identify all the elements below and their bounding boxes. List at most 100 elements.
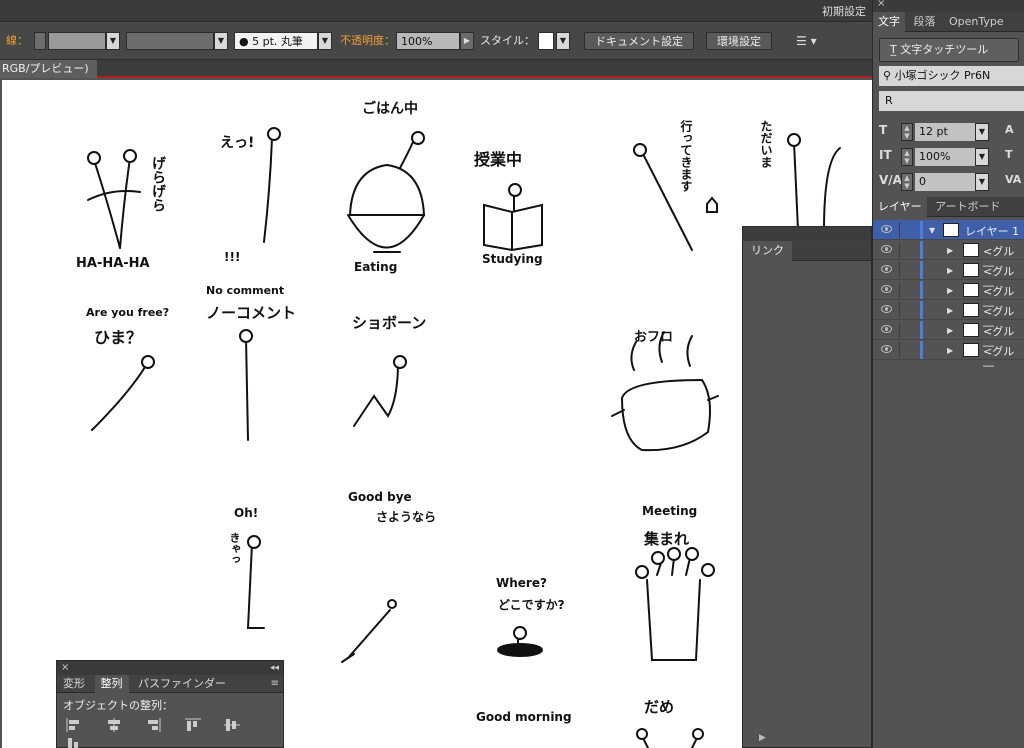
tab-opentype[interactable]: OpenType	[944, 12, 1009, 32]
layer-thumbnail	[963, 323, 979, 337]
workspace-switcher[interactable]: 初期設定	[822, 3, 866, 19]
lock-toggle[interactable]	[899, 242, 917, 258]
tab-pathfinder[interactable]: パスファインダー	[132, 675, 232, 693]
brush-dropdown[interactable]: ▼	[318, 32, 332, 50]
expand-triangle-icon[interactable]: ▶	[947, 326, 953, 335]
layer-row[interactable]: ▶ <グル―	[873, 300, 1024, 332]
visibility-eye-icon[interactable]	[881, 225, 892, 233]
links-panel: リンク ▶	[742, 226, 872, 748]
expand-triangle-icon[interactable]: ▼	[929, 226, 935, 235]
tab-layers[interactable]: レイヤー	[873, 197, 927, 217]
vertical-scale-dropdown[interactable]: ▼	[975, 148, 989, 166]
close-icon[interactable]: ×	[61, 661, 69, 675]
layer-thumbnail	[963, 243, 979, 257]
brush-definition[interactable]: ● 5 pt. 丸筆	[234, 32, 318, 50]
lock-toggle[interactable]	[899, 222, 917, 238]
lock-toggle[interactable]	[899, 262, 917, 278]
right-panel-dock: × 文字 段落 OpenType T̲ 文字タッチツール ⚲ 小塚ゴシック Pr…	[872, 0, 1024, 748]
align-bottom-icon[interactable]	[65, 736, 83, 748]
layer-row[interactable]: ▶ <グル―	[873, 260, 1024, 292]
search-icon: ⚲	[883, 69, 892, 82]
layer-row[interactable]: ▶ <グル―	[873, 280, 1024, 312]
tracking-dropdown[interactable]: ▼	[975, 173, 989, 191]
font-family-field[interactable]: ⚲ 小塚ゴシック Pr6N	[879, 66, 1024, 86]
visibility-eye-icon[interactable]	[881, 325, 892, 333]
artwork-text: えっ!	[220, 135, 255, 151]
tab-align[interactable]: 整列	[94, 675, 129, 693]
layer-thumbnail	[963, 263, 979, 277]
tab-links[interactable]: リンク	[743, 241, 792, 261]
preferences-button[interactable]: 環境設定	[706, 32, 772, 50]
visibility-eye-icon[interactable]	[881, 265, 892, 273]
panel-menu-icon[interactable]: ☰ ▾	[796, 32, 817, 50]
layer-name[interactable]: レイヤー 1	[965, 223, 1019, 239]
lock-toggle[interactable]	[899, 302, 917, 318]
lock-toggle[interactable]	[899, 342, 917, 358]
links-panel-header[interactable]	[743, 227, 871, 241]
visibility-eye-icon[interactable]	[881, 305, 892, 313]
tracking-stepper[interactable]: ▲ ▼	[901, 173, 913, 191]
tab-transform[interactable]: 変形	[57, 675, 91, 693]
artwork-text: だめ	[644, 698, 675, 716]
lock-toggle[interactable]	[899, 282, 917, 298]
tab-align-label: 整列	[100, 677, 123, 690]
stroke-weight-dropdown[interactable]: ▼	[106, 32, 120, 50]
style-dropdown[interactable]: ▼	[556, 32, 570, 50]
opacity-field[interactable]: 100%	[396, 32, 460, 50]
opacity-label[interactable]: 不透明度：	[340, 32, 395, 50]
expand-triangle-icon[interactable]: ▶	[947, 266, 953, 275]
touch-type-label: 文字タッチツール	[900, 43, 989, 56]
stroke-weight-stepper[interactable]	[34, 32, 46, 50]
artwork-text: 行ってきます	[679, 120, 693, 192]
font-size-dropdown[interactable]: ▼	[975, 123, 989, 141]
layer-row[interactable]: ▶ <グル―	[873, 240, 1024, 272]
layer-row[interactable]: ▶ <グル―	[873, 340, 1024, 372]
collapse-icon[interactable]: ◂◂	[270, 661, 279, 675]
vertical-scale-stepper[interactable]: ▲ ▼	[901, 148, 913, 166]
layer-row[interactable]: ▼ レイヤー 1	[873, 220, 1024, 240]
document-tab[interactable]: RGB/プレビュー)	[0, 60, 97, 78]
artwork-text: げらげら	[150, 156, 166, 212]
align-right-icon[interactable]	[144, 717, 162, 733]
align-panel-header[interactable]: × ◂◂	[57, 661, 283, 675]
visibility-eye-icon[interactable]	[881, 245, 892, 253]
tracking-field[interactable]: 0	[915, 173, 975, 191]
character-panel-header[interactable]: ×	[873, 0, 1024, 12]
tab-character-label: 文字	[878, 15, 900, 28]
align-vertical-center-icon[interactable]	[223, 717, 241, 733]
close-icon[interactable]: ×	[877, 0, 885, 9]
stroke-weight-field[interactable]	[48, 32, 106, 50]
artwork-text: ごはん中	[362, 101, 418, 117]
align-top-icon[interactable]	[184, 717, 202, 733]
tab-character[interactable]: 文字	[873, 12, 905, 32]
profile-dropdown[interactable]: ▼	[214, 32, 228, 50]
style-swatch[interactable]	[538, 32, 554, 50]
layer-row[interactable]: ▶ <グル―	[873, 320, 1024, 352]
artwork-text: さようなら	[376, 510, 437, 524]
layer-name[interactable]: <グル―	[983, 343, 1024, 372]
font-size-stepper[interactable]: ▲ ▼	[901, 123, 913, 141]
play-arrow-icon[interactable]: ▶	[759, 733, 766, 743]
font-style-field[interactable]: R	[879, 91, 1024, 111]
visibility-eye-icon[interactable]	[881, 345, 892, 353]
brush-dot-icon: ●	[239, 35, 249, 48]
artwork-text: おフロ	[634, 330, 674, 345]
tab-artboards[interactable]: アートボード	[930, 197, 1005, 217]
visibility-eye-icon[interactable]	[881, 285, 892, 293]
font-size-field[interactable]: 12 pt	[915, 123, 975, 141]
panel-menu-icon[interactable]: ≡	[271, 678, 279, 689]
lock-toggle[interactable]	[899, 322, 917, 338]
align-horizontal-center-icon[interactable]	[105, 717, 123, 733]
opacity-arrow[interactable]: ▶	[460, 32, 474, 50]
document-setup-button[interactable]: ドキュメント設定	[584, 32, 694, 50]
variable-width-profile[interactable]	[126, 32, 214, 50]
expand-triangle-icon[interactable]: ▶	[947, 306, 953, 315]
expand-triangle-icon[interactable]: ▶	[947, 286, 953, 295]
expand-triangle-icon[interactable]: ▶	[947, 346, 953, 355]
touch-type-tool-button[interactable]: T̲ 文字タッチツール	[879, 38, 1019, 62]
align-panel: × ◂◂ 変形 整列 パスファインダー ≡ オブジェクトの整列：	[56, 660, 284, 748]
tab-paragraph[interactable]: 段落	[909, 12, 941, 32]
vertical-scale-field[interactable]: 100%	[915, 148, 975, 166]
expand-triangle-icon[interactable]: ▶	[947, 246, 953, 255]
align-left-icon[interactable]	[65, 717, 83, 733]
